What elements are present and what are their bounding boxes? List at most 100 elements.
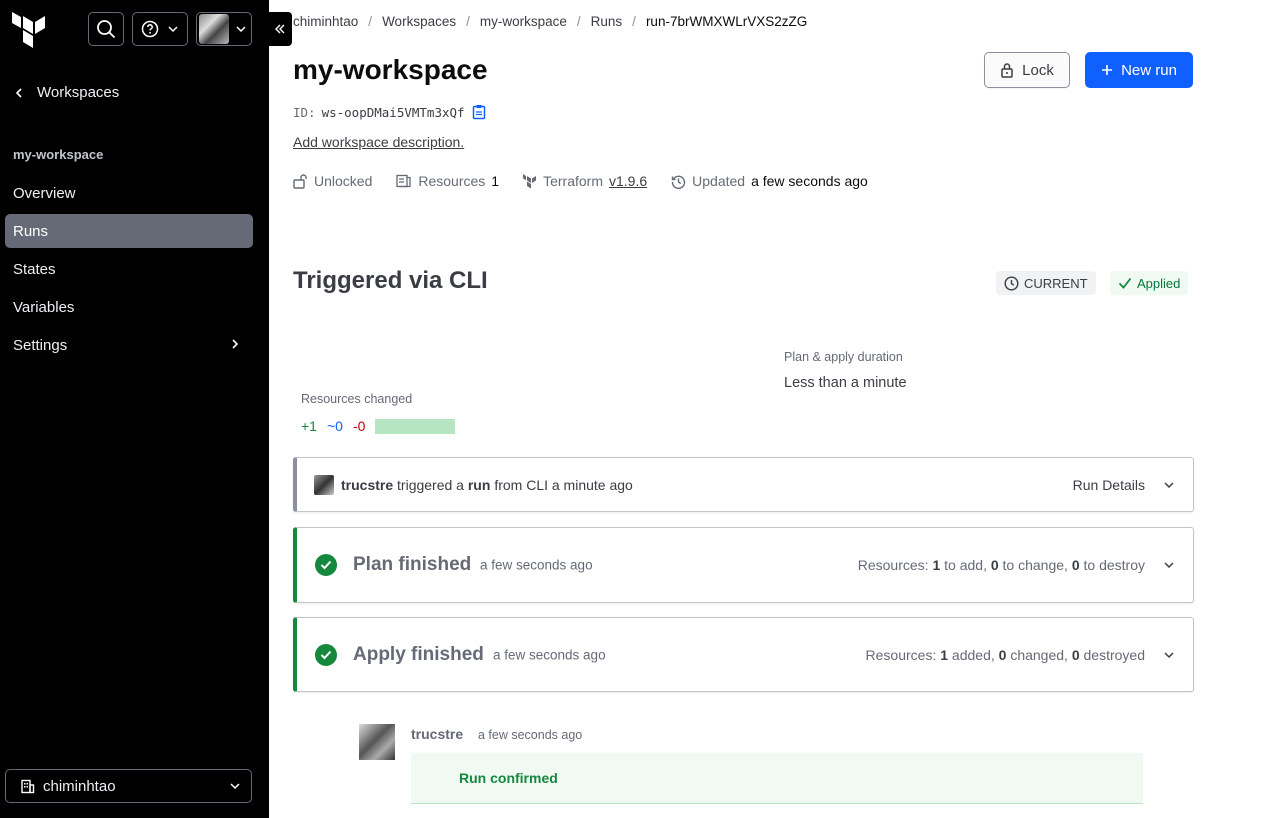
plan-title: Plan finished — [353, 554, 472, 575]
apply-res-prefix: Resources: — [865, 646, 937, 663]
apply-changed-count: 0 — [998, 646, 1007, 663]
search-icon — [97, 20, 116, 39]
copy-icon[interactable] — [471, 104, 487, 120]
resources-added: +1 — [301, 418, 317, 434]
plan-destroy-count: 0 — [1071, 557, 1080, 573]
run-confirmed-text: Run confirmed — [459, 770, 558, 786]
history-icon — [671, 175, 686, 189]
unlock-icon — [293, 174, 307, 189]
help-icon — [141, 20, 159, 38]
lock-status-text: Unlocked — [314, 173, 373, 189]
updated-value: a few seconds ago — [751, 173, 868, 189]
resources-label: Resources — [418, 173, 486, 189]
user-avatar — [199, 14, 229, 44]
run-details-toggle[interactable]: Run Details — [1073, 477, 1145, 493]
sidebar-item-settings[interactable]: Settings — [5, 328, 253, 362]
building-icon — [21, 779, 35, 793]
plan-finished-card[interactable]: Plan finished a few seconds ago Resource… — [293, 527, 1194, 603]
duration-value: Less than a minute — [784, 375, 907, 391]
chevron-down-icon[interactable] — [1163, 479, 1175, 491]
sidebar-item-label: Settings — [13, 336, 68, 354]
plan-add-count: 1 — [932, 557, 941, 573]
back-link-label: Workspaces — [37, 84, 120, 101]
breadcrumb-org[interactable]: chiminhtao — [293, 14, 358, 29]
sidebar-workspace-title: my-workspace — [13, 147, 104, 162]
breadcrumb: chiminhtao / Workspaces / my-workspace /… — [293, 14, 807, 29]
resources-changed-row: +1 ~0 -0 — [301, 418, 456, 434]
chevron-down-icon[interactable] — [1163, 649, 1175, 661]
breadcrumb-current-run: run-7brWMXWLrVXS2zZG — [645, 14, 808, 29]
sidebar-item-overview[interactable]: Overview — [5, 176, 253, 210]
breadcrumb-separator: / — [632, 14, 636, 29]
sidebar-item-states[interactable]: States — [5, 252, 253, 286]
resources-destroyed: -0 — [352, 418, 366, 434]
plan-change-label: to change, — [1002, 557, 1068, 573]
trigger-text-1: triggered a — [397, 477, 464, 493]
workspace-id-label: ID: — [293, 104, 316, 120]
search-button[interactable] — [88, 12, 124, 46]
trigger-run-word: run — [467, 477, 491, 493]
breadcrumb-workspace[interactable]: my-workspace — [480, 14, 567, 29]
plan-add-label: to add, — [944, 557, 987, 573]
breadcrumb-workspaces[interactable]: Workspaces — [382, 14, 456, 29]
apply-changed-label: changed, — [1010, 646, 1068, 663]
sidebar-item-label: Variables — [13, 298, 75, 316]
new-run-label: New run — [1121, 61, 1177, 79]
chevron-down-icon — [168, 26, 178, 33]
terraform-logo-icon[interactable] — [11, 12, 49, 50]
apply-finished-card[interactable]: Apply finished a few seconds ago Resourc… — [293, 617, 1194, 692]
updated-label: Updated — [692, 173, 746, 189]
apply-added-label: added, — [951, 646, 995, 663]
sidebar-item-label: Overview — [13, 184, 76, 202]
trigger-text: trucstre triggered a run from CLI a minu… — [341, 477, 633, 493]
chevrons-left-icon — [275, 24, 285, 34]
new-run-button[interactable]: New run — [1085, 52, 1193, 88]
avatar — [359, 724, 395, 760]
terraform-label: Terraform — [543, 173, 603, 189]
trigger-user[interactable]: trucstre — [341, 477, 393, 493]
resources-changed: ~0 — [326, 418, 343, 434]
apply-time: a few seconds ago — [493, 647, 606, 662]
run-title: Triggered via CLI — [293, 267, 488, 294]
current-badge-label: CURRENT — [1024, 275, 1088, 291]
plan-resources-summary: Resources: 1 to add, 0 to change, 0 to d… — [858, 557, 1145, 573]
resources-change-bar — [375, 418, 456, 434]
chevron-down-icon[interactable] — [1163, 559, 1175, 571]
workspace-id-value: ws-oopDMai5VMTm3xQf — [321, 104, 465, 120]
lock-button[interactable]: Lock — [984, 52, 1070, 88]
sidebar-item-runs[interactable]: Runs — [5, 214, 253, 248]
sidebar-item-label: Runs — [13, 222, 49, 240]
user-menu-button[interactable] — [196, 12, 252, 46]
breadcrumb-separator: / — [368, 14, 373, 29]
sidebar: Workspaces my-workspace Overview Runs St… — [0, 0, 269, 818]
chevron-down-icon — [230, 783, 240, 790]
breadcrumb-separator: / — [576, 14, 581, 29]
plan-destroy-label: to destroy — [1083, 557, 1145, 573]
apply-destroyed-count: 0 — [1071, 646, 1080, 663]
breadcrumb-runs[interactable]: Runs — [591, 14, 623, 29]
workspace-id: ID: ws-oopDMai5VMTm3xQf — [293, 104, 487, 120]
add-description-link[interactable]: Add workspace description. — [293, 134, 464, 150]
plus-icon — [1102, 65, 1113, 75]
plan-time: a few seconds ago — [480, 557, 593, 573]
updated-time: Updated a few seconds ago — [671, 173, 868, 189]
breadcrumb-separator: / — [466, 14, 470, 29]
resources-changed-label: Resources changed — [301, 392, 413, 406]
sidebar-item-variables[interactable]: Variables — [5, 290, 253, 324]
plan-res-prefix: Resources: — [857, 557, 929, 573]
workspace-meta: Unlocked Resources 1 Terraform v1.9.6 Up… — [293, 173, 868, 189]
terraform-version-link[interactable]: v1.9.6 — [609, 173, 647, 189]
org-name: chiminhtao — [43, 777, 116, 795]
help-menu-button[interactable] — [132, 12, 188, 46]
apply-resources-summary: Resources: 1 added, 0 changed, 0 destroy… — [866, 647, 1145, 663]
collapse-sidebar-button[interactable] — [268, 12, 292, 46]
lock-icon — [1001, 63, 1013, 78]
org-switcher[interactable]: chiminhtao — [5, 769, 252, 803]
back-to-workspaces-link[interactable]: Workspaces — [13, 84, 119, 101]
run-trigger-card[interactable]: trucstre triggered a run from CLI a minu… — [293, 457, 1194, 512]
sidebar-item-label: States — [13, 260, 56, 278]
resources-count: Resources 1 — [396, 173, 499, 189]
chevron-right-icon — [232, 339, 239, 349]
resources-value: 1 — [491, 173, 500, 189]
comment-user[interactable]: trucstre — [411, 726, 463, 742]
